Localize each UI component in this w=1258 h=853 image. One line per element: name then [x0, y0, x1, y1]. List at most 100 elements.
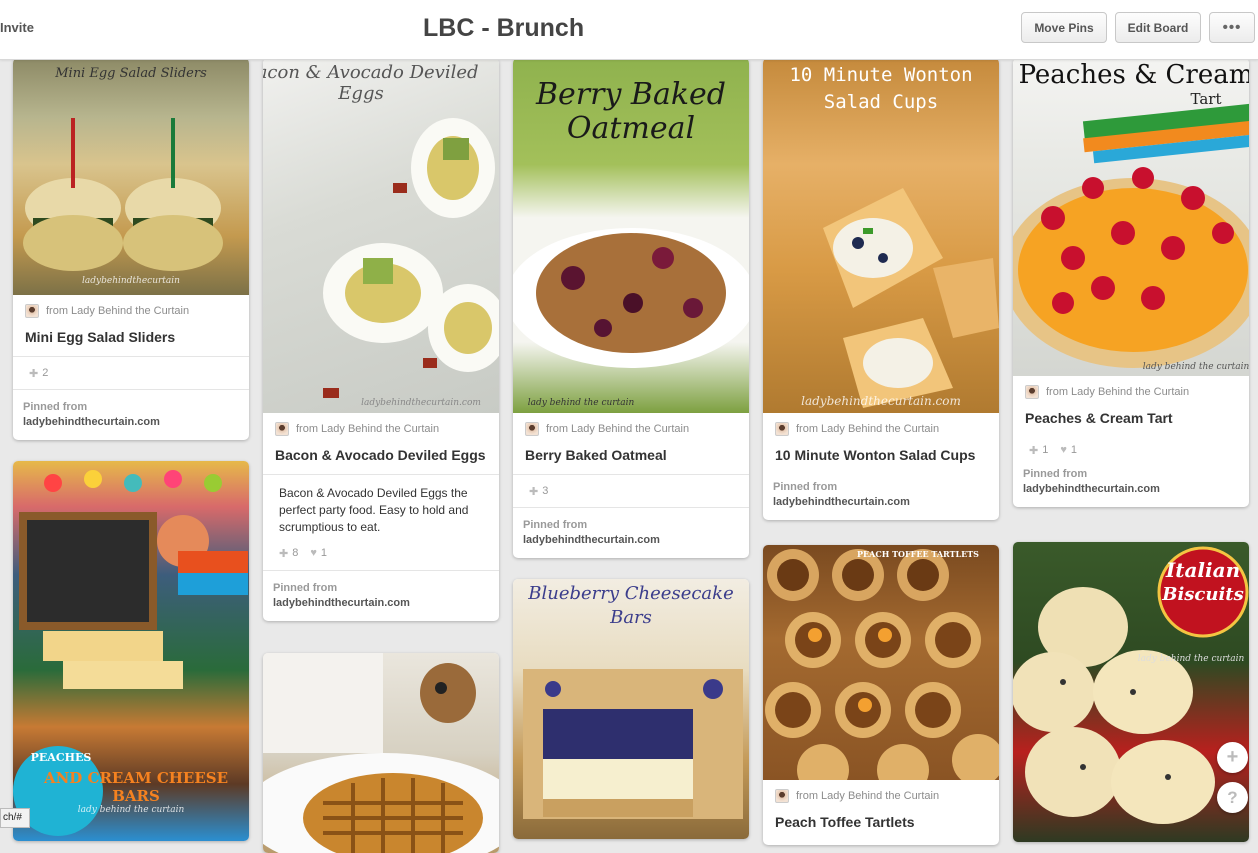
pin-title[interactable]: Peaches & Cream Tart — [1013, 408, 1249, 437]
pin-description: Bacon & Avocado Deviled Eggs the perfect… — [263, 474, 499, 542]
browser-status-bar: ch/# — [0, 808, 30, 828]
image-caption: Berry Baked Oatmeal — [535, 77, 727, 146]
image-caption-1: Italian — [1165, 558, 1241, 582]
pin-source[interactable]: from Lady Behind the Curtain — [263, 413, 499, 445]
pin-card[interactable]: Peaches & Cream Tart lady behind the cur… — [1013, 58, 1249, 507]
image-caption: PEACH TOFFEE TARTLETS — [857, 549, 979, 559]
image-watermark: lady behind the curtain — [1142, 362, 1249, 372]
pin-image[interactable] — [263, 653, 499, 853]
pin-source[interactable]: from Lady Behind the Curtain — [763, 780, 999, 812]
pin-title[interactable]: Peach Toffee Tartlets — [763, 812, 999, 841]
pin-source-text: from Lady Behind the Curtain — [796, 790, 940, 802]
pushpin-icon: ✚ — [279, 547, 289, 560]
pin-image[interactable]: Mini Egg Salad Sliders ladybehindthecurt… — [13, 58, 249, 295]
like-count[interactable]: ♥ 1 — [1060, 444, 1077, 456]
pin-source[interactable]: from Lady Behind the Curtain — [13, 295, 249, 327]
pushpin-icon: ✚ — [29, 367, 39, 380]
pinned-from[interactable]: Pinned from ladybehindthecurtain.com — [513, 507, 749, 558]
pin-stats: ✚ 3 — [513, 474, 749, 507]
pin-source-text: from Lady Behind the Curtain — [546, 423, 690, 435]
repin-count-value: 3 — [542, 485, 549, 497]
pinned-from-label: Pinned from — [773, 481, 838, 493]
image-watermark: lady behind the curtain — [1137, 654, 1245, 664]
heart-icon: ♥ — [310, 547, 317, 559]
pinned-from[interactable]: Pinned from ladybehindthecurtain.com — [763, 474, 999, 520]
edit-board-button[interactable]: Edit Board — [1115, 12, 1201, 43]
pin-stats: ✚ 8 ♥ 1 — [263, 542, 499, 564]
avatar — [525, 422, 539, 436]
like-count[interactable]: ♥ 1 — [310, 547, 327, 559]
pin-image[interactable]: PEACH TOFFEE TARTLETS — [763, 545, 999, 780]
pin-image[interactable]: Bacon & Avocado Deviled Eggs ladybehindt… — [263, 58, 499, 413]
pin-card[interactable]: 10 Minute Wonton Salad Cups ladybehindth… — [763, 58, 999, 520]
pin-image[interactable]: Berry Baked Oatmeal lady behind the curt… — [513, 58, 749, 413]
pin-stats: ✚ 2 — [13, 356, 249, 389]
pin-image[interactable]: Blueberry Cheesecake Bars — [513, 579, 749, 839]
image-caption-1: Peaches & Cream — [1018, 60, 1249, 90]
more-options-button[interactable]: ••• — [1209, 12, 1255, 43]
pin-title[interactable]: Bacon & Avocado Deviled Eggs — [263, 445, 499, 474]
pin-image[interactable]: Peaches & Cream Tart lady behind the cur… — [1013, 58, 1249, 376]
image-watermark: ladybehindthecurtain.com — [801, 394, 961, 408]
pin-stats: ✚ 1 ♥ 1 — [1013, 437, 1249, 463]
pin-card[interactable]: PEACH TOFFEE TARTLETS from Lady Behind t… — [763, 545, 999, 845]
move-pins-button[interactable]: Move Pins — [1021, 12, 1107, 43]
tartlets-photo — [765, 549, 999, 780]
pinned-from-domain[interactable]: ladybehindthecurtain.com — [273, 596, 489, 611]
pin-card[interactable]: Italian Biscuits lady behind the curtain — [1013, 542, 1249, 842]
pin-source[interactable]: from Lady Behind the Curtain — [513, 413, 749, 445]
pushpin-icon: ✚ — [1029, 444, 1039, 457]
repin-count-value: 1 — [1042, 444, 1049, 456]
avatar — [1025, 385, 1039, 399]
like-count-value: 1 — [320, 547, 327, 559]
heart-icon: ♥ — [1060, 444, 1067, 456]
image-watermark: lady behind the curtain — [527, 398, 635, 408]
pin-image[interactable]: PEACHES AND CREAM CHEESE BARS lady behin… — [13, 461, 249, 841]
image-watermark: ladybehindthecurtain.com — [361, 398, 481, 408]
pinned-from-domain[interactable]: ladybehindthecurtain.com — [1023, 482, 1239, 497]
pin-title[interactable]: Berry Baked Oatmeal — [513, 445, 749, 474]
image-caption-1: PEACHES — [30, 751, 92, 764]
invite-button[interactable]: Invite — [0, 20, 34, 35]
image-caption-1: Blueberry Cheesecake — [528, 583, 734, 604]
pinned-from[interactable]: Pinned from ladybehindthecurtain.com — [263, 570, 499, 621]
pinned-from-label: Pinned from — [273, 582, 338, 594]
pin-title[interactable]: Mini Egg Salad Sliders — [13, 327, 249, 356]
pin-image[interactable]: 10 Minute Wonton Salad Cups ladybehindth… — [763, 58, 999, 413]
sliders-photo — [23, 118, 223, 271]
pin-source-text: from Lady Behind the Curtain — [46, 305, 190, 317]
deviled-eggs-photo — [323, 118, 499, 398]
pin-source-text: from Lady Behind the Curtain — [796, 423, 940, 435]
repin-count[interactable]: ✚ 2 — [29, 367, 48, 380]
help-button[interactable]: ? — [1217, 782, 1248, 813]
repin-count[interactable]: ✚ 3 — [529, 485, 548, 498]
image-caption-2: Bars — [610, 607, 652, 628]
pin-source[interactable]: from Lady Behind the Curtain — [1013, 376, 1249, 408]
image-watermark: ladybehindthecurtain — [82, 276, 180, 286]
add-pin-button[interactable]: + — [1217, 742, 1248, 773]
pin-source[interactable]: from Lady Behind the Curtain — [763, 413, 999, 445]
pin-card[interactable]: Bacon & Avocado Deviled Eggs ladybehindt… — [263, 58, 499, 621]
pinned-from-label: Pinned from — [523, 519, 588, 531]
repin-count[interactable]: ✚ 8 — [279, 547, 298, 560]
pinned-from-domain[interactable]: ladybehindthecurtain.com — [773, 495, 989, 510]
pin-card[interactable]: Berry Baked Oatmeal lady behind the curt… — [513, 58, 749, 558]
image-caption: 10 Minute Wonton Salad Cups — [789, 64, 973, 113]
pinned-from-domain[interactable]: ladybehindthecurtain.com — [23, 415, 239, 430]
repin-count-value: 8 — [292, 547, 299, 559]
pin-card[interactable]: Blueberry Cheesecake Bars — [513, 579, 749, 839]
repin-count[interactable]: ✚ 1 — [1029, 444, 1048, 457]
pin-card[interactable]: Mini Egg Salad Sliders ladybehindthecurt… — [13, 58, 249, 440]
pinned-from[interactable]: Pinned from ladybehindthecurtain.com — [1013, 463, 1249, 507]
image-watermark: lady behind the curtain — [77, 805, 185, 815]
pin-card[interactable]: PEACHES AND CREAM CHEESE BARS lady behin… — [13, 461, 249, 841]
pushpin-icon: ✚ — [529, 485, 539, 498]
repin-count-value: 2 — [42, 367, 49, 379]
pin-title[interactable]: 10 Minute Wonton Salad Cups — [763, 445, 999, 474]
pin-image[interactable]: Italian Biscuits lady behind the curtain — [1013, 542, 1249, 842]
like-count-value: 1 — [1070, 444, 1077, 456]
pinned-from-domain[interactable]: ladybehindthecurtain.com — [523, 533, 739, 548]
pinned-from-label: Pinned from — [1023, 468, 1088, 480]
pinned-from[interactable]: Pinned from ladybehindthecurtain.com — [13, 389, 249, 440]
pin-card[interactable] — [263, 653, 499, 853]
